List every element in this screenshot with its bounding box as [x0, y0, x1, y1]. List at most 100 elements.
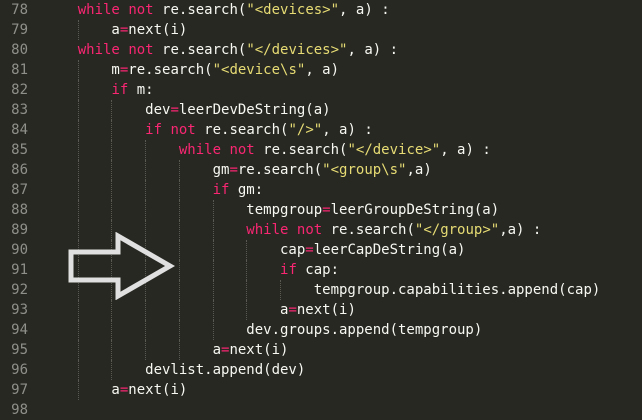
code-token: a	[44, 342, 222, 358]
indent-guide	[77, 300, 79, 320]
indent-guide	[145, 200, 147, 220]
code-token: re.search(	[254, 142, 348, 158]
code-token: re.search(	[153, 2, 247, 18]
code-line[interactable]: 93 a=next(i)	[0, 300, 642, 320]
right-arrow-outline-icon	[68, 232, 176, 300]
code-line[interactable]: 94 dev.groups.append(tempgroup)	[0, 320, 642, 340]
code-line[interactable]: 86 gm=re.search("<group\s",a)	[0, 160, 642, 180]
line-number: 98	[11, 402, 28, 418]
code-token: devlist.append(dev)	[44, 362, 306, 378]
indent-guide	[111, 180, 113, 200]
keyword-token: if	[111, 82, 129, 98]
indent-guide	[212, 320, 214, 340]
code-line[interactable]: 97 a=next(i)	[0, 380, 642, 400]
line-number: 95	[11, 342, 28, 358]
indent-guide	[111, 320, 113, 340]
code-line[interactable]: 98	[0, 400, 642, 420]
code-text: if m:	[44, 80, 154, 100]
code-token: re.search(	[322, 222, 415, 238]
code-text: a=next(i)	[44, 300, 356, 320]
code-token: , a)	[305, 62, 340, 78]
indent-guide	[77, 20, 79, 40]
code-line[interactable]: 80 while not re.search("</devices>", a) …	[0, 40, 642, 60]
line-number: 81	[11, 62, 28, 78]
keyword-token: if	[145, 122, 163, 138]
code-line[interactable]: 96 devlist.append(dev)	[0, 360, 642, 380]
indent-guide	[178, 240, 180, 260]
code-line[interactable]: 78 while not re.search("<devices>", a) :	[0, 0, 642, 20]
code-line[interactable]: 87 if gm:	[0, 180, 642, 200]
indent-guide	[178, 220, 180, 240]
code-token: a	[44, 302, 289, 318]
indent-guide	[77, 340, 79, 360]
indent-guide	[212, 220, 214, 240]
code-text: dev.groups.append(tempgroup)	[44, 320, 482, 340]
string-token: "<group\s"	[322, 162, 407, 178]
line-number: 92	[11, 282, 28, 298]
code-line[interactable]: 79 a=next(i)	[0, 20, 642, 40]
code-token: leerGroupDeString(a)	[330, 202, 500, 218]
keyword-token: while	[246, 222, 289, 238]
indent-guide	[178, 280, 180, 300]
indent-guide	[178, 340, 180, 360]
code-token: re.search(	[195, 122, 289, 138]
indent-guide	[212, 300, 214, 320]
code-line[interactable]: 95 a=next(i)	[0, 340, 642, 360]
keyword-token: =	[305, 242, 314, 258]
indent-guide	[212, 240, 214, 260]
indent-guide	[145, 140, 147, 160]
code-token: ,a)	[406, 162, 432, 178]
indent-guide	[77, 100, 79, 120]
line-number: 97	[11, 382, 28, 398]
indent-guide	[77, 380, 79, 400]
string-token: "/>"	[288, 122, 323, 138]
keyword-token: while	[77, 2, 120, 18]
indent-guide	[178, 300, 180, 320]
code-token: , a) :	[440, 142, 491, 158]
code-line[interactable]: 83 dev=leerDevDeString(a)	[0, 100, 642, 120]
code-token: , a) :	[339, 2, 390, 18]
line-number: 87	[11, 182, 28, 198]
code-token: leerCapDeString(a)	[313, 242, 466, 258]
line-number: 85	[11, 142, 28, 158]
indent-guide	[178, 160, 180, 180]
keyword-token: not	[128, 42, 154, 58]
indent-guide	[246, 300, 248, 320]
code-text: if not re.search("/>", a) :	[44, 120, 373, 140]
indent-guide	[246, 280, 248, 300]
code-line[interactable]: 82 if m:	[0, 80, 642, 100]
indent-guide	[77, 80, 79, 100]
code-token: leerDevDeString(a)	[178, 102, 331, 118]
code-token: dev	[44, 102, 171, 118]
code-text: a=next(i)	[44, 20, 187, 40]
code-text: a=next(i)	[44, 340, 289, 360]
code-editor[interactable]: 78 while not re.search("<devices>", a) :…	[0, 0, 642, 418]
indent-guide	[77, 320, 79, 340]
code-text: dev=leerDevDeString(a)	[44, 100, 331, 120]
code-token: tempgroup	[44, 202, 323, 218]
code-text: gm=re.search("<group\s",a)	[44, 160, 432, 180]
code-text: while not re.search("</devices>", a) :	[44, 40, 398, 60]
keyword-token: if	[212, 182, 230, 198]
indent-guide	[111, 300, 113, 320]
indent-guide	[178, 320, 180, 340]
keyword-token: not	[128, 2, 154, 18]
line-number: 84	[11, 122, 28, 138]
code-token: next(i)	[128, 22, 188, 38]
code-line[interactable]: 85 while not re.search("</device>", a) :	[0, 140, 642, 160]
indent-guide	[145, 300, 147, 320]
string-token: "</device>"	[347, 142, 441, 158]
code-token: a	[44, 382, 120, 398]
code-text: a=next(i)	[44, 380, 187, 400]
indent-guide	[111, 200, 113, 220]
indent-guide	[111, 160, 113, 180]
line-number: 89	[11, 222, 28, 238]
code-line[interactable]: 81 m=re.search("<device\s", a)	[0, 60, 642, 80]
indent-guide	[77, 120, 79, 140]
code-line[interactable]: 88 tempgroup=leerGroupDeString(a)	[0, 200, 642, 220]
line-number: 82	[11, 82, 28, 98]
code-token: m:	[128, 82, 154, 98]
code-line[interactable]: 84 if not re.search("/>", a) :	[0, 120, 642, 140]
